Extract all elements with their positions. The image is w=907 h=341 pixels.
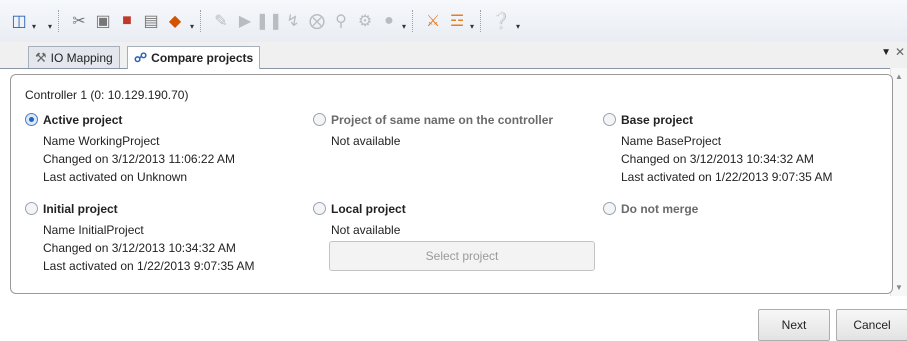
local-project-radio[interactable]: Local project xyxy=(313,202,406,216)
base-project-details: Name BaseProject Changed on 3/12/2013 10… xyxy=(621,132,833,186)
project-name: Name WorkingProject xyxy=(43,134,160,148)
radio-icon xyxy=(603,202,616,215)
overflow-icon[interactable]: ▾ xyxy=(516,22,520,31)
tab-label: Compare projects xyxy=(151,51,254,65)
active-project-radio[interactable]: Active project xyxy=(25,113,122,127)
tab-io-mapping[interactable]: ⚒ IO Mapping xyxy=(28,46,120,68)
select-project-button[interactable]: Select project xyxy=(329,241,595,271)
initial-project-details: Name InitialProject Changed on 3/12/2013… xyxy=(43,221,255,275)
option-title: Active project xyxy=(43,113,123,127)
next-button[interactable]: Next xyxy=(758,309,830,341)
radio-selected-icon xyxy=(25,113,38,126)
stop-icon[interactable]: ⨂ xyxy=(306,8,328,34)
upload-icon[interactable]: ☲ xyxy=(446,8,468,34)
last-activated: Last activated on Unknown xyxy=(43,170,188,184)
step-icon[interactable]: ↯ xyxy=(282,8,304,34)
image-icon[interactable]: ■ xyxy=(116,8,138,34)
separator xyxy=(58,10,60,32)
changed-on: Changed on 3/12/2013 11:06:22 AM xyxy=(43,152,235,166)
radio-icon xyxy=(603,113,616,126)
wand-icon[interactable]: ✎ xyxy=(210,8,232,34)
initial-project-radio[interactable]: Initial project xyxy=(25,202,118,216)
lock-icon[interactable]: ▣ xyxy=(92,8,114,34)
tab-label: IO Mapping xyxy=(50,50,113,65)
project-name: Name InitialProject xyxy=(43,223,144,237)
local-project-details: Not available xyxy=(331,221,400,239)
radio-icon xyxy=(313,202,326,215)
option-title: Local project xyxy=(331,202,406,216)
separator xyxy=(200,10,202,32)
overflow-icon[interactable]: ▾ xyxy=(402,22,406,31)
layout-icon[interactable]: ◫ xyxy=(8,8,30,34)
scroll-up-icon[interactable]: ▲ xyxy=(895,72,903,81)
compare-projects-icon: ☍ xyxy=(134,50,148,65)
io-mapping-icon: ⚒ xyxy=(35,49,47,65)
overflow-icon[interactable]: ▾ xyxy=(190,22,194,31)
last-activated: Last activated on 1/22/2013 9:07:35 AM xyxy=(43,259,255,273)
close-icon[interactable]: ✕ xyxy=(895,45,905,59)
last-activated: Last activated on 1/22/2013 9:07:35 AM xyxy=(621,170,833,184)
tab-strip: ⚒ IO Mapping ☍ Compare projects xyxy=(0,42,907,69)
pause-icon[interactable]: ❚❚ xyxy=(256,8,283,34)
window-icon[interactable]: ▤ xyxy=(140,8,162,34)
toolbar: ◫ ▾ ▾ ✂ ▣ ■ ▤ ◆ ▾ ✎ ▶ ❚❚ ↯ ⨂ ⚲ ⚙ ● ▾ ⚔ ☲… xyxy=(0,0,907,42)
record-icon[interactable]: ● xyxy=(378,8,400,34)
base-project-radio[interactable]: Base project xyxy=(603,113,693,127)
separator xyxy=(480,10,482,32)
same-name-project-radio[interactable]: Project of same name on the controller xyxy=(313,113,553,127)
availability-status: Not available xyxy=(331,134,401,148)
availability-status: Not available xyxy=(331,223,401,237)
search-icon[interactable]: ⚲ xyxy=(330,8,352,34)
overflow-icon[interactable]: ▾ xyxy=(470,22,474,31)
changed-on: Changed on 3/12/2013 10:34:32 AM xyxy=(43,241,236,255)
option-title: Project of same name on the controller xyxy=(331,113,554,127)
tab-menu-icon[interactable]: ▼ xyxy=(881,47,891,58)
scroll-down-icon[interactable]: ▼ xyxy=(895,283,903,292)
play-icon[interactable]: ▶ xyxy=(234,8,256,34)
option-title: Initial project xyxy=(43,202,118,216)
tab-compare-projects[interactable]: ☍ Compare projects xyxy=(127,46,261,69)
same-name-project-details: Not available xyxy=(331,132,400,150)
project-name: Name BaseProject xyxy=(621,134,722,148)
compare-panel: Controller 1 (0: 10.129.190.70) Active p… xyxy=(10,74,893,294)
overflow-icon[interactable]: ▾ xyxy=(48,22,52,31)
controller-label: Controller 1 (0: 10.129.190.70) xyxy=(25,88,189,102)
download-icon[interactable]: ⚔ xyxy=(422,8,444,34)
chevron-down-icon[interactable]: ▾ xyxy=(32,22,36,31)
radio-icon xyxy=(25,202,38,215)
separator xyxy=(412,10,414,32)
active-project-details: Name WorkingProject Changed on 3/12/2013… xyxy=(43,132,235,186)
option-title: Base project xyxy=(621,113,694,127)
cut-icon[interactable]: ✂ xyxy=(68,8,90,34)
changed-on: Changed on 3/12/2013 10:34:32 AM xyxy=(621,152,814,166)
cancel-button[interactable]: Cancel xyxy=(836,309,907,341)
help-icon[interactable]: ❔ xyxy=(490,8,512,34)
option-title: Do not merge xyxy=(621,202,699,216)
tag-icon[interactable]: ◆ xyxy=(164,8,186,34)
gear-icon[interactable]: ⚙ xyxy=(354,8,376,34)
do-not-merge-radio[interactable]: Do not merge xyxy=(603,202,698,216)
radio-icon xyxy=(313,113,326,126)
